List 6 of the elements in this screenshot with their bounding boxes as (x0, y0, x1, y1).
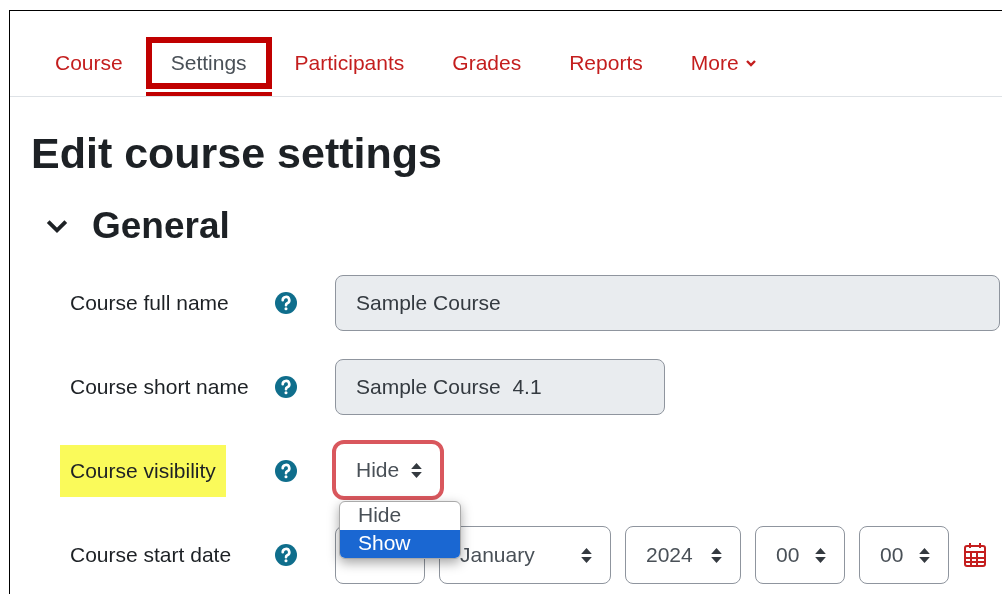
field-label: Course visibility (60, 445, 226, 497)
field-label: Course full name (69, 290, 230, 316)
page-heading: Edit course settings (31, 128, 443, 179)
field-label: Course short name (69, 374, 250, 400)
field-label: Course start date (69, 542, 233, 568)
section-title: General (92, 205, 230, 247)
